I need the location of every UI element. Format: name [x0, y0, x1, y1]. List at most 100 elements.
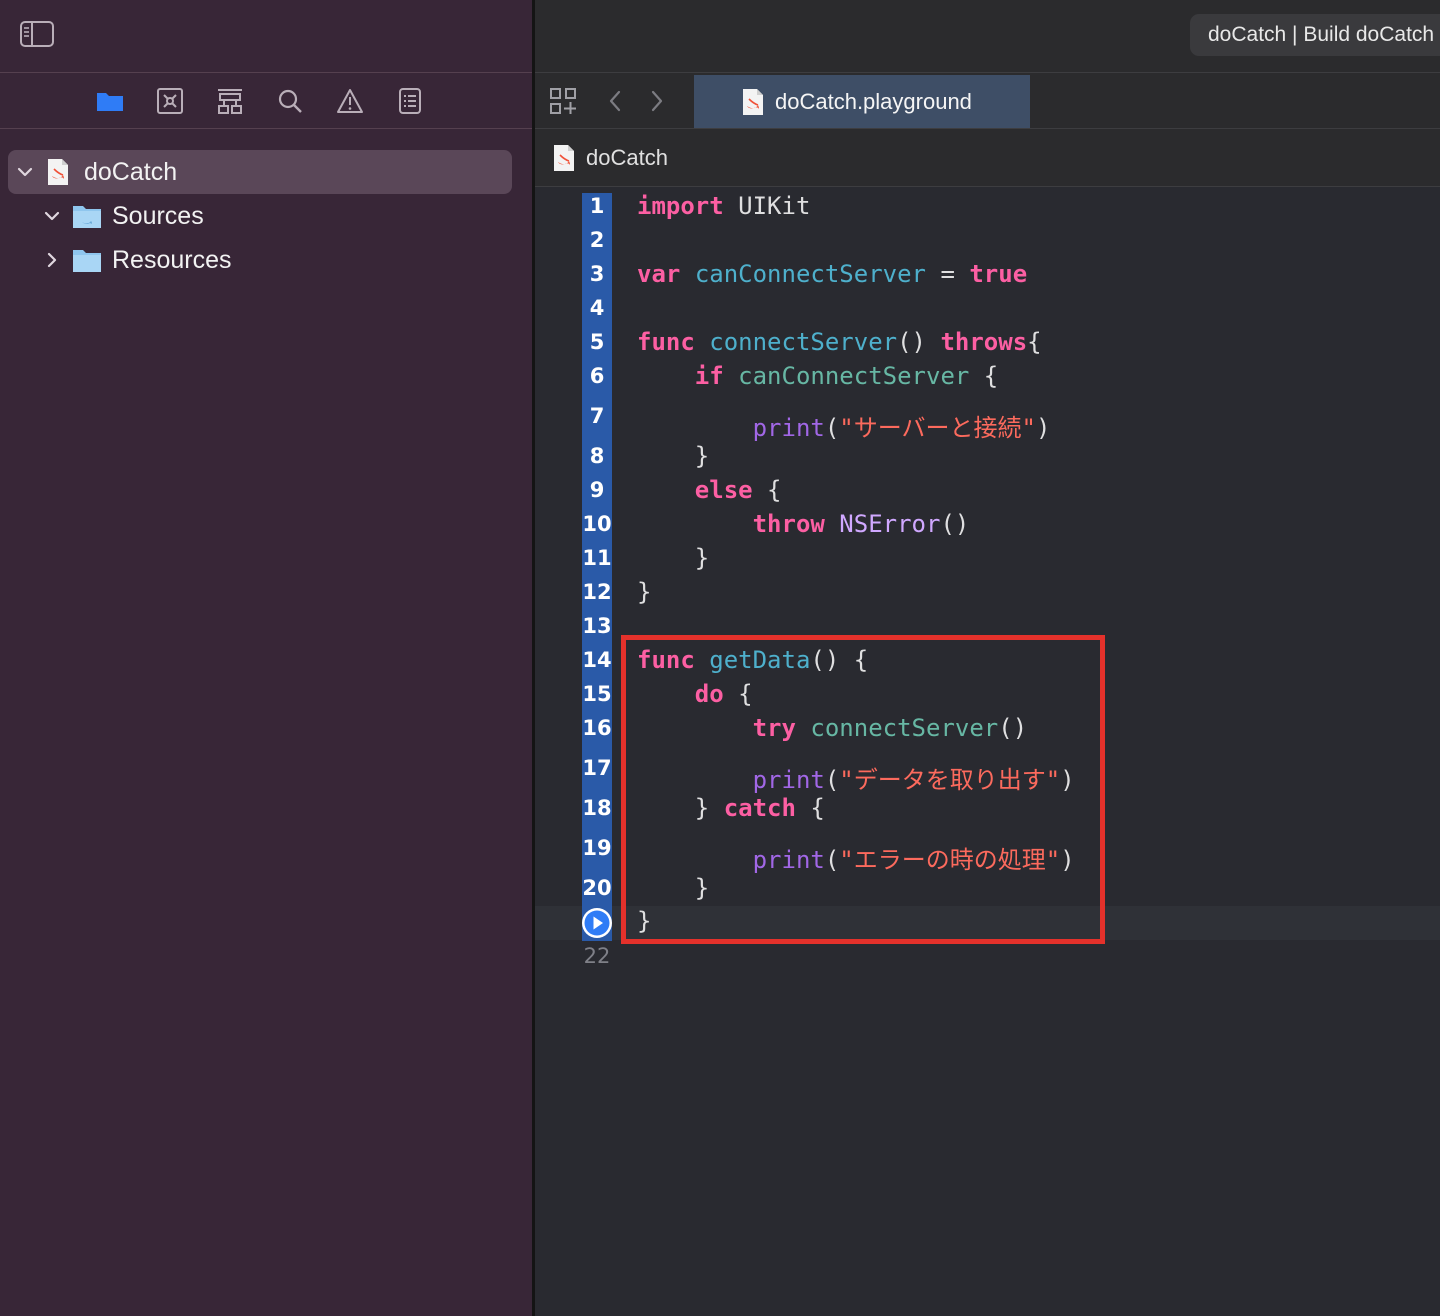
tree-item-label: doCatch: [84, 157, 178, 186]
code-token: {: [969, 362, 999, 390]
breadcrumb-item[interactable]: doCatch: [586, 145, 668, 171]
navigator-sidebar: doCatch Sources Resources: [0, 0, 532, 1316]
line-number: 16: [582, 716, 612, 740]
code-token: ): [1035, 414, 1051, 442]
line-number: 14: [582, 648, 612, 672]
report-icon[interactable]: [396, 87, 424, 115]
tree-item-resources[interactable]: Resources: [8, 238, 512, 282]
line-number: 9: [589, 478, 605, 502]
code-token: else: [694, 476, 753, 504]
line-number: 7: [589, 404, 605, 428]
run-play-icon[interactable]: [581, 907, 613, 939]
sidebar-toggle-icon[interactable]: [20, 21, 54, 47]
line-number: 2: [589, 228, 605, 252]
code-token: (: [824, 414, 840, 442]
code-token: (): [897, 328, 941, 356]
code-line: print("サーバーと接続"): [637, 408, 1051, 443]
tree-item-label: Sources: [112, 201, 204, 230]
forward-chevron-icon[interactable]: [649, 89, 665, 113]
line-number: 13: [582, 614, 612, 638]
code-token: true: [969, 260, 1028, 288]
code-token: {: [752, 476, 782, 504]
source-control-icon[interactable]: [156, 87, 184, 115]
line-number: 19: [582, 836, 612, 860]
search-icon[interactable]: [276, 87, 304, 115]
symbol-hierarchy-icon[interactable]: [216, 87, 244, 115]
code-token: throw: [752, 510, 825, 538]
swift-playground-icon: [554, 144, 574, 171]
code-token: =: [926, 260, 970, 288]
code-token: print: [752, 414, 825, 442]
code-token: import: [637, 192, 724, 220]
swift-folder-icon: [73, 206, 101, 228]
line-number: 10: [582, 512, 612, 536]
navigator-tab-bar: [0, 73, 532, 129]
back-chevron-icon[interactable]: [607, 89, 623, 113]
folder-icon: [73, 250, 101, 272]
line-number: 4: [589, 296, 605, 320]
line-number: 6: [589, 364, 605, 388]
code-token: (): [940, 510, 970, 538]
code-line: throw NSError(): [637, 510, 970, 538]
line-number: 20: [582, 876, 612, 900]
code-token: canConnectServer: [738, 362, 970, 390]
code-line: func connectServer() throws{: [637, 328, 1042, 356]
code-token: "サーバーと接続": [839, 414, 1036, 442]
code-token: }: [637, 578, 652, 606]
sidebar-divider[interactable]: [532, 0, 535, 1316]
tab-label: doCatch.playground: [775, 88, 972, 114]
code-line: import UIKit: [637, 192, 810, 220]
swift-playground-icon: [743, 88, 763, 115]
tree-item-docatch[interactable]: doCatch: [8, 150, 512, 194]
tree-item-sources[interactable]: Sources: [8, 194, 512, 238]
code-token: func: [637, 328, 695, 356]
code-line: else {: [637, 476, 782, 504]
line-number: 15: [582, 682, 612, 706]
chevron-right-icon[interactable]: [42, 250, 62, 270]
breadcrumb: doCatch: [535, 129, 1440, 187]
warning-icon[interactable]: [336, 87, 364, 115]
line-number: 1: [589, 194, 605, 218]
code-line: }: [637, 442, 709, 470]
line-number: 8: [589, 444, 605, 468]
tab-docatch-playground[interactable]: doCatch.playground: [694, 75, 1030, 128]
code-token: connectServer: [709, 328, 898, 356]
code-token: NSError: [839, 510, 941, 538]
folder-icon[interactable]: [96, 87, 124, 115]
code-token: UIKit: [723, 192, 811, 220]
code-line: }: [637, 578, 651, 606]
line-number: 12: [582, 580, 612, 604]
code-token: var: [637, 260, 681, 288]
code-token: if: [694, 362, 724, 390]
line-number: 11: [582, 546, 612, 570]
chevron-down-icon[interactable]: [15, 162, 35, 182]
code-line: }: [637, 544, 709, 572]
code-token: {: [1027, 328, 1042, 356]
annotation-highlight-box: [621, 635, 1105, 944]
activity-view[interactable]: doCatch | Build doCatch: [1190, 14, 1440, 56]
sidebar-toolbar: [0, 0, 532, 73]
code-token: canConnectServer: [694, 260, 926, 288]
line-number: 22: [583, 944, 611, 968]
code-token: }: [637, 442, 710, 470]
line-number: 3: [589, 262, 605, 286]
line-number: 17: [582, 756, 612, 780]
chevron-down-icon[interactable]: [42, 206, 62, 226]
tree-item-label: Resources: [112, 245, 232, 274]
related-items-grid-icon[interactable]: [549, 87, 577, 115]
swift-playground-icon: [48, 159, 68, 185]
code-line: var canConnectServer = true: [637, 260, 1027, 288]
code-line: if canConnectServer {: [637, 362, 998, 390]
line-number: 5: [589, 330, 605, 354]
line-number: 18: [582, 796, 612, 820]
code-token: throws: [940, 328, 1028, 356]
code-token: }: [637, 544, 710, 572]
